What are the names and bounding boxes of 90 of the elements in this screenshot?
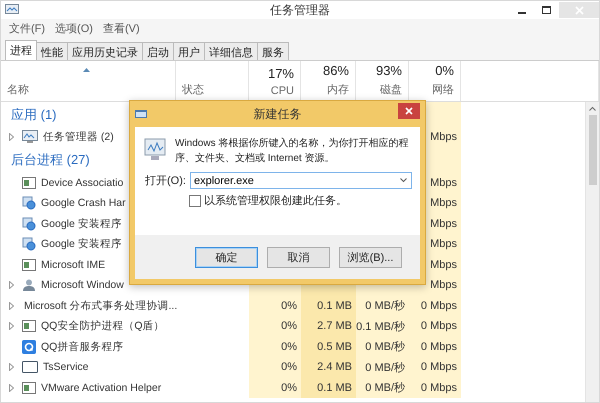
expand-arrow-icon[interactable]: [9, 363, 14, 372]
checkbox[interactable]: [189, 194, 201, 206]
process-name: Microsoft IME: [41, 258, 106, 271]
usage-percent: 17%: [268, 66, 294, 81]
window-icon: [22, 320, 36, 332]
command-input[interactable]: explorer.exe: [190, 172, 412, 189]
table-cell: 0.1 MB: [301, 378, 356, 398]
dialog-button[interactable]: 确定: [195, 246, 258, 268]
user-icon: [22, 278, 36, 292]
close-button[interactable]: [398, 103, 420, 119]
process-name: QQ安全防护进程（Q盾）: [41, 319, 165, 334]
table-cell: 0 MB/秒: [356, 296, 409, 316]
table-cell: 0 MB/秒: [356, 336, 409, 357]
table-cell: 0 Mbps: [409, 296, 461, 316]
table-cell: 0%: [249, 316, 301, 336]
table-cell: 0 Mbps: [409, 336, 461, 357]
tab[interactable]: 性能: [36, 42, 68, 60]
expand-arrow-icon[interactable]: [9, 133, 14, 142]
tab[interactable]: 详细信息: [204, 42, 258, 60]
window-icon: [22, 382, 36, 394]
process-name: Microsoft 分布式事务处理协调...: [24, 298, 178, 313]
usage-percent: 93%: [376, 63, 402, 78]
q-icon: [22, 340, 36, 354]
tab[interactable]: 服务: [257, 42, 289, 60]
group-title: 后台进程 (27): [11, 151, 90, 169]
dialog-message: Windows 将根据你所键入的名称，为你打开相应的程序、文件夹、文档或 Internet 资源。: [175, 137, 410, 166]
table-cell: 0.1 MB: [301, 296, 356, 316]
table-cell: 2.7 MB: [301, 316, 356, 336]
process-name: TsService: [43, 361, 89, 374]
scrollbar-thumb[interactable]: [588, 115, 596, 185]
table-cell: 0%: [249, 336, 301, 357]
tab[interactable]: 启动: [142, 42, 174, 60]
checkbox-label: 以系统管理权限创建此任务。: [204, 194, 347, 208]
installer-icon: [22, 237, 36, 252]
window-title: 任务管理器: [270, 2, 330, 18]
table-cell: 0.1 MB/秒: [356, 316, 409, 336]
close-icon: [405, 107, 413, 115]
column-header[interactable]: 名称: [7, 82, 29, 97]
installer-icon: [22, 216, 36, 231]
close-icon: [574, 6, 584, 14]
tab[interactable]: 进程: [5, 40, 37, 60]
menu-item[interactable]: 查看(V): [102, 20, 140, 36]
field-label: 打开(O):: [145, 174, 186, 188]
table-cell: 0 MB/秒: [356, 378, 409, 398]
column-header[interactable]: 网络: [432, 82, 454, 97]
process-name: Microsoft Window: [41, 279, 124, 292]
process-name: Google 安装程序: [41, 216, 122, 231]
process-name: Device Associatio: [41, 176, 124, 189]
monitor-icon: [22, 361, 38, 374]
table-cell: 0 MB/秒: [356, 357, 409, 378]
menu-item[interactable]: 选项(O): [55, 20, 93, 36]
group-title: 应用 (1): [11, 106, 56, 124]
expand-arrow-icon[interactable]: [9, 302, 14, 310]
table-cell: 0%: [249, 357, 301, 378]
table-cell: 0 Mbps: [409, 357, 461, 378]
process-name: Google Crash Har: [41, 197, 126, 210]
expand-arrow-icon[interactable]: [9, 384, 14, 392]
dialog-button[interactable]: 取消: [267, 246, 330, 268]
usage-percent: 0%: [435, 63, 454, 78]
table-cell: 0.5 MB: [301, 336, 356, 357]
table-cell: 0%: [249, 378, 301, 398]
window-icon: [22, 176, 36, 189]
task-manager-icon: [22, 130, 38, 144]
table-cell: 2.4 MB: [301, 357, 356, 378]
menu-item[interactable]: 文件(F): [9, 20, 46, 36]
dialog-title: 新建任务: [254, 106, 302, 122]
scrollbar[interactable]: [585, 102, 599, 402]
column-header[interactable]: 磁盘: [380, 82, 402, 97]
window-icon: [22, 258, 36, 271]
task-manager-icon: [5, 4, 19, 16]
tab[interactable]: 用户: [173, 42, 205, 60]
table-cell: 0 Mbps: [409, 378, 461, 398]
maximize-icon: [542, 6, 550, 14]
installer-icon: [22, 196, 36, 210]
tab[interactable]: 应用历史记录: [67, 42, 143, 60]
process-name: VMware Activation Helper: [41, 382, 162, 394]
expand-arrow-icon[interactable]: [9, 322, 14, 330]
table-cell: 0%: [249, 296, 301, 316]
table-cell: 0 Mbps: [409, 316, 461, 336]
column-header[interactable]: 内存: [327, 82, 349, 97]
column-header[interactable]: CPU: [270, 85, 294, 97]
process-name: QQ拼音服务程序: [41, 340, 124, 354]
dropdown-caret-icon[interactable]: [400, 178, 407, 183]
process-name: 任务管理器 (2): [43, 130, 114, 144]
usage-percent: 86%: [322, 63, 349, 78]
window-icon: [135, 110, 147, 118]
process-name: Google 安装程序: [41, 237, 122, 252]
column-header[interactable]: 状态: [182, 82, 204, 97]
expand-arrow-icon[interactable]: [9, 281, 14, 290]
dialog-button[interactable]: 浏览(B)...: [339, 246, 402, 268]
